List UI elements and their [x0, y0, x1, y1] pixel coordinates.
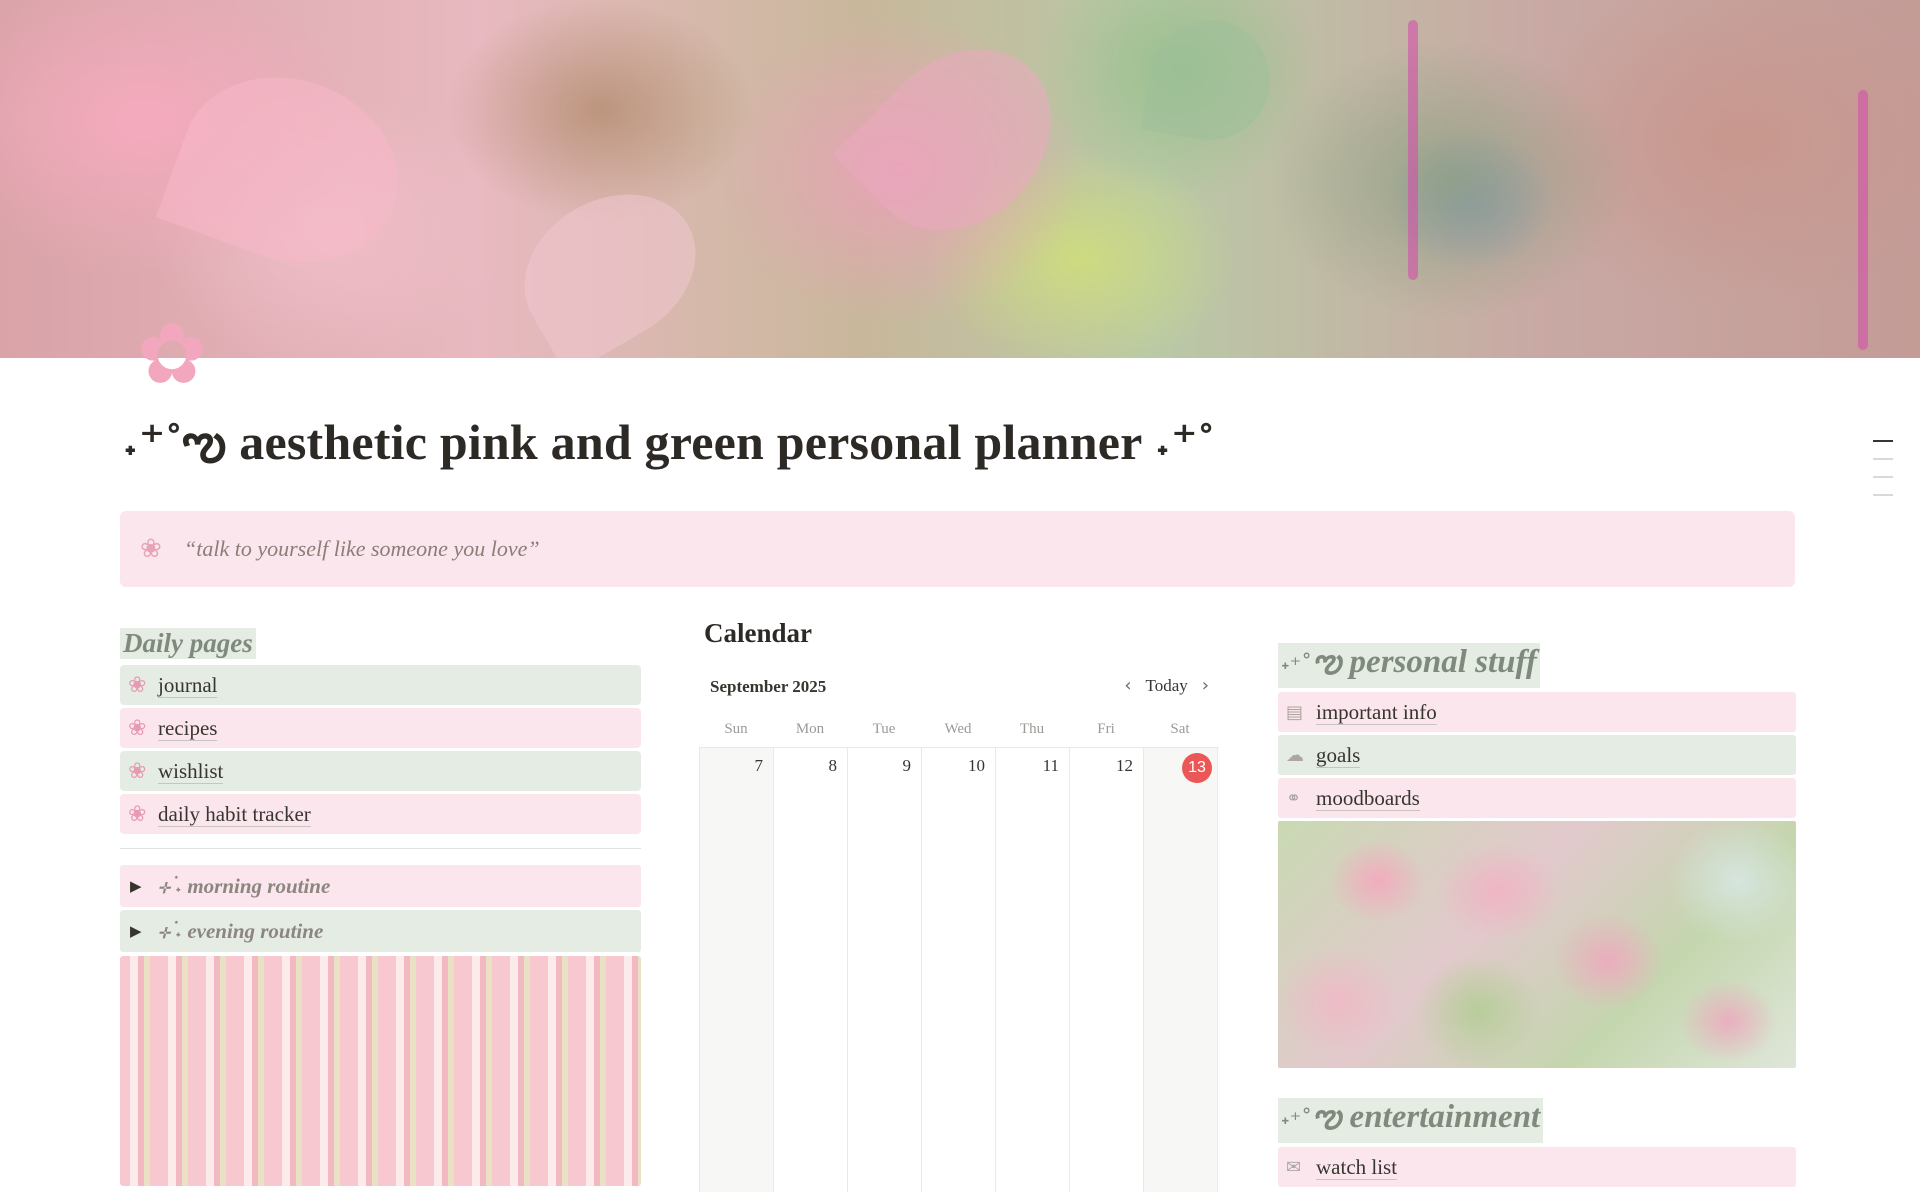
toc-line[interactable]	[1873, 476, 1893, 478]
cover-petal	[497, 164, 723, 358]
calendar-week-grid: 7 8 9 10 11 12 13	[699, 747, 1219, 1192]
envelope-icon: ✉	[1286, 1156, 1302, 1178]
toc-line[interactable]	[1873, 440, 1893, 442]
calendar-view: Calendar September 2025 ‹ Today › Sun Mo…	[699, 618, 1219, 1192]
chevron-left-icon[interactable]: ‹	[1124, 675, 1131, 696]
calendar-day-cell[interactable]: 9	[848, 748, 922, 1192]
toggle-evening-routine[interactable]: ▶ ⊹ ࣪˖ evening routine	[120, 910, 641, 952]
cover-stem	[1408, 20, 1418, 280]
cherry-blossom-icon: ❀	[128, 672, 147, 698]
sparkle-icon: ˖⁺˚	[1281, 1108, 1313, 1133]
link-watch-list[interactable]: ✉ watch list	[1278, 1147, 1796, 1187]
page-icon-cherry-blossom[interactable]: ✿	[124, 306, 220, 402]
daily-pages-column: Daily pages ❀ journal ❀ recipes ❀ wishli…	[120, 628, 641, 1186]
link-label[interactable]: daily habit tracker	[158, 802, 311, 827]
link-label[interactable]: journal	[158, 673, 218, 698]
weekday-label: Sun	[724, 721, 748, 737]
calendar-month: September 2025	[710, 677, 827, 696]
page-title[interactable]: ˖⁺˚ఌ aesthetic pink and green personal p…	[122, 412, 1215, 484]
weekday-label: Fri	[1097, 721, 1115, 737]
calendar-title[interactable]: Calendar	[704, 618, 1219, 649]
weekday-label: Wed	[944, 721, 972, 737]
personal-stuff-heading: ˖⁺˚ఌ personal stuff	[1278, 643, 1796, 688]
weekday-label: Thu	[1019, 721, 1045, 737]
link-label[interactable]: watch list	[1316, 1155, 1398, 1180]
table-of-contents-indicator[interactable]	[1873, 440, 1893, 512]
calendar-header: September 2025 ‹ Today ›	[699, 669, 1219, 709]
heading-label: ఌ personal stuff	[1312, 644, 1537, 680]
calendar-day-cell[interactable]: 11	[996, 748, 1070, 1192]
cover-image[interactable]	[0, 0, 1920, 358]
cover-stem	[1858, 90, 1868, 350]
toc-line[interactable]	[1873, 458, 1893, 460]
link-label[interactable]: important info	[1316, 700, 1437, 725]
cherry-blossom-icon: ❀	[128, 801, 147, 827]
sparkle-icon: ˖⁺˚	[1281, 653, 1313, 678]
quote-callout: ❀ “talk to yourself like someone you lov…	[120, 511, 1795, 587]
day-number: 7	[754, 756, 764, 775]
calendar-day-cell[interactable]: 12	[1070, 748, 1144, 1192]
striped-decor-image	[120, 956, 641, 1186]
daily-pages-heading: Daily pages	[120, 628, 256, 659]
weekday-label: Tue	[872, 721, 896, 737]
weekday-row: Sun Mon Tue Wed Thu Fri Sat	[699, 711, 1219, 747]
link-recipes[interactable]: ❀ recipes	[120, 708, 641, 748]
cover-petal	[832, 12, 1088, 268]
link-label[interactable]: recipes	[158, 716, 218, 741]
link-label[interactable]: goals	[1316, 743, 1361, 768]
cover-petal	[1140, 10, 1280, 150]
quote-text: “talk to yourself like someone you love”	[184, 536, 540, 561]
chevron-right-icon[interactable]: ›	[1202, 675, 1209, 696]
personal-stuff-heading-text: ˖⁺˚ఌ personal stuff	[1278, 643, 1540, 688]
toggle-morning-routine[interactable]: ▶ ⊹ ࣪˖ morning routine	[120, 865, 641, 907]
cherry-blossom-icon: ❀	[140, 534, 162, 564]
day-number: 9	[902, 756, 912, 775]
day-number: 11	[1042, 756, 1059, 775]
day-number: 12	[1116, 756, 1133, 775]
calendar-nav: ‹ Today ›	[1124, 675, 1209, 696]
entertainment-heading: ˖⁺˚ఌ entertainment	[1278, 1098, 1796, 1143]
link-moodboards[interactable]: ⚭ moodboards	[1278, 778, 1796, 818]
links-icon: ⚭	[1286, 787, 1302, 809]
day-number: 10	[968, 756, 985, 775]
link-label[interactable]: moodboards	[1316, 786, 1420, 811]
toggle-label[interactable]: ⊹ ࣪˖ evening routine	[158, 919, 323, 944]
calendar-day-cell[interactable]: 10	[922, 748, 996, 1192]
calendar-day-cell[interactable]: 7	[700, 748, 774, 1192]
divider	[120, 848, 641, 849]
today-button[interactable]: Today	[1146, 676, 1188, 696]
entertainment-heading-text: ˖⁺˚ఌ entertainment	[1278, 1098, 1544, 1143]
weekday-label: Sat	[1170, 721, 1190, 737]
notepad-icon: ▤	[1286, 701, 1304, 723]
cherry-blossom-icon: ❀	[128, 715, 147, 741]
link-journal[interactable]: ❀ journal	[120, 665, 641, 705]
toggle-label[interactable]: ⊹ ࣪˖ morning routine	[158, 874, 330, 899]
heading-label: ఌ entertainment	[1312, 1099, 1541, 1135]
weekday-label: Mon	[795, 721, 825, 737]
link-goals[interactable]: ☁ goals	[1278, 735, 1796, 775]
cherry-blossom-image	[1278, 821, 1796, 1068]
link-daily-habit-tracker[interactable]: ❀ daily habit tracker	[120, 794, 641, 834]
cloud-icon: ☁	[1286, 744, 1304, 766]
today-badge: 13	[1182, 753, 1212, 783]
toggle-triangle-icon[interactable]: ▶	[130, 877, 158, 895]
calendar-day-cell-today[interactable]: 13	[1144, 748, 1218, 1192]
day-number: 8	[828, 756, 838, 775]
calendar-day-cell[interactable]: 8	[774, 748, 848, 1192]
cherry-blossom-icon: ❀	[128, 758, 147, 784]
cover-petal	[155, 47, 425, 293]
link-wishlist[interactable]: ❀ wishlist	[120, 751, 641, 791]
link-important-info[interactable]: ▤ important info	[1278, 692, 1796, 732]
link-label[interactable]: wishlist	[158, 759, 224, 784]
toc-line[interactable]	[1873, 494, 1893, 496]
toggle-triangle-icon[interactable]: ▶	[130, 922, 158, 940]
personal-column: ˖⁺˚ఌ personal stuff ▤ important info ☁ g…	[1278, 643, 1796, 1190]
